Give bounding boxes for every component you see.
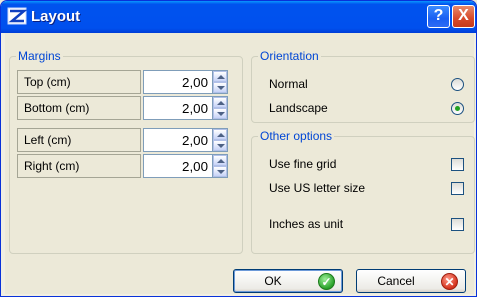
us-letter-checkbox[interactable] <box>451 182 464 195</box>
orientation-landscape-label: Landscape <box>269 101 328 115</box>
ok-label: OK <box>264 274 282 288</box>
title-bar[interactable]: Layout ? X <box>1 1 476 33</box>
margin-right-input[interactable] <box>143 154 213 178</box>
margin-left-row: Left (cm) <box>17 128 228 152</box>
margin-right-row: Right (cm) <box>17 154 228 178</box>
margin-left-label: Left (cm) <box>17 128 141 152</box>
ok-button[interactable]: OK ✓ <box>233 269 343 293</box>
close-button[interactable]: X <box>452 5 475 28</box>
margin-left-spinner[interactable] <box>213 128 228 152</box>
margin-bottom-label: Bottom (cm) <box>17 96 141 120</box>
margin-bottom-spinner[interactable] <box>213 96 228 120</box>
margin-bottom-row: Bottom (cm) <box>17 96 228 120</box>
help-button[interactable]: ? <box>427 5 450 28</box>
margin-top-input[interactable] <box>143 70 213 94</box>
layout-app-icon <box>7 7 27 25</box>
layout-dialog: Layout ? X Margins Top (cm) Bottom (cm) <box>0 0 477 297</box>
fine-grid-checkbox[interactable] <box>451 158 464 171</box>
margin-top-spinner[interactable] <box>213 70 228 94</box>
dialog-body: Margins Top (cm) Bottom (cm) Left (cm) <box>5 33 475 294</box>
orientation-landscape-radio[interactable] <box>451 102 464 115</box>
spin-up-arrow-icon[interactable] <box>213 129 227 140</box>
green-check-icon: ✓ <box>318 273 335 290</box>
close-icon: X <box>458 7 469 24</box>
inches-unit-label: Inches as unit <box>269 217 344 231</box>
spin-down-arrow-icon[interactable] <box>213 140 227 151</box>
help-icon: ? <box>433 7 444 24</box>
margin-right-spinner[interactable] <box>213 154 228 178</box>
margin-right-label: Right (cm) <box>17 154 141 178</box>
cancel-button[interactable]: Cancel ✕ <box>356 269 466 293</box>
margin-left-input[interactable] <box>143 128 213 152</box>
margins-legend: Margins <box>18 49 61 63</box>
inches-unit-checkbox[interactable] <box>451 218 464 231</box>
spin-down-arrow-icon[interactable] <box>213 82 227 93</box>
orientation-normal-radio[interactable] <box>451 78 464 91</box>
margin-top-label: Top (cm) <box>17 70 141 94</box>
window-title: Layout <box>31 8 81 25</box>
spin-up-arrow-icon[interactable] <box>213 97 227 108</box>
spin-down-arrow-icon[interactable] <box>213 166 227 177</box>
orientation-normal-label: Normal <box>269 77 308 91</box>
spin-up-arrow-icon[interactable] <box>213 71 227 82</box>
spin-up-arrow-icon[interactable] <box>213 155 227 166</box>
orientation-legend: Orientation <box>260 49 319 63</box>
fine-grid-label: Use fine grid <box>269 157 337 171</box>
other-options-legend: Other options <box>260 129 333 143</box>
red-x-icon: ✕ <box>441 273 458 290</box>
margin-bottom-input[interactable] <box>143 96 213 120</box>
cancel-label: Cancel <box>377 274 415 288</box>
us-letter-label: Use US letter size <box>269 181 366 195</box>
spin-down-arrow-icon[interactable] <box>213 108 227 119</box>
margin-top-row: Top (cm) <box>17 70 228 94</box>
